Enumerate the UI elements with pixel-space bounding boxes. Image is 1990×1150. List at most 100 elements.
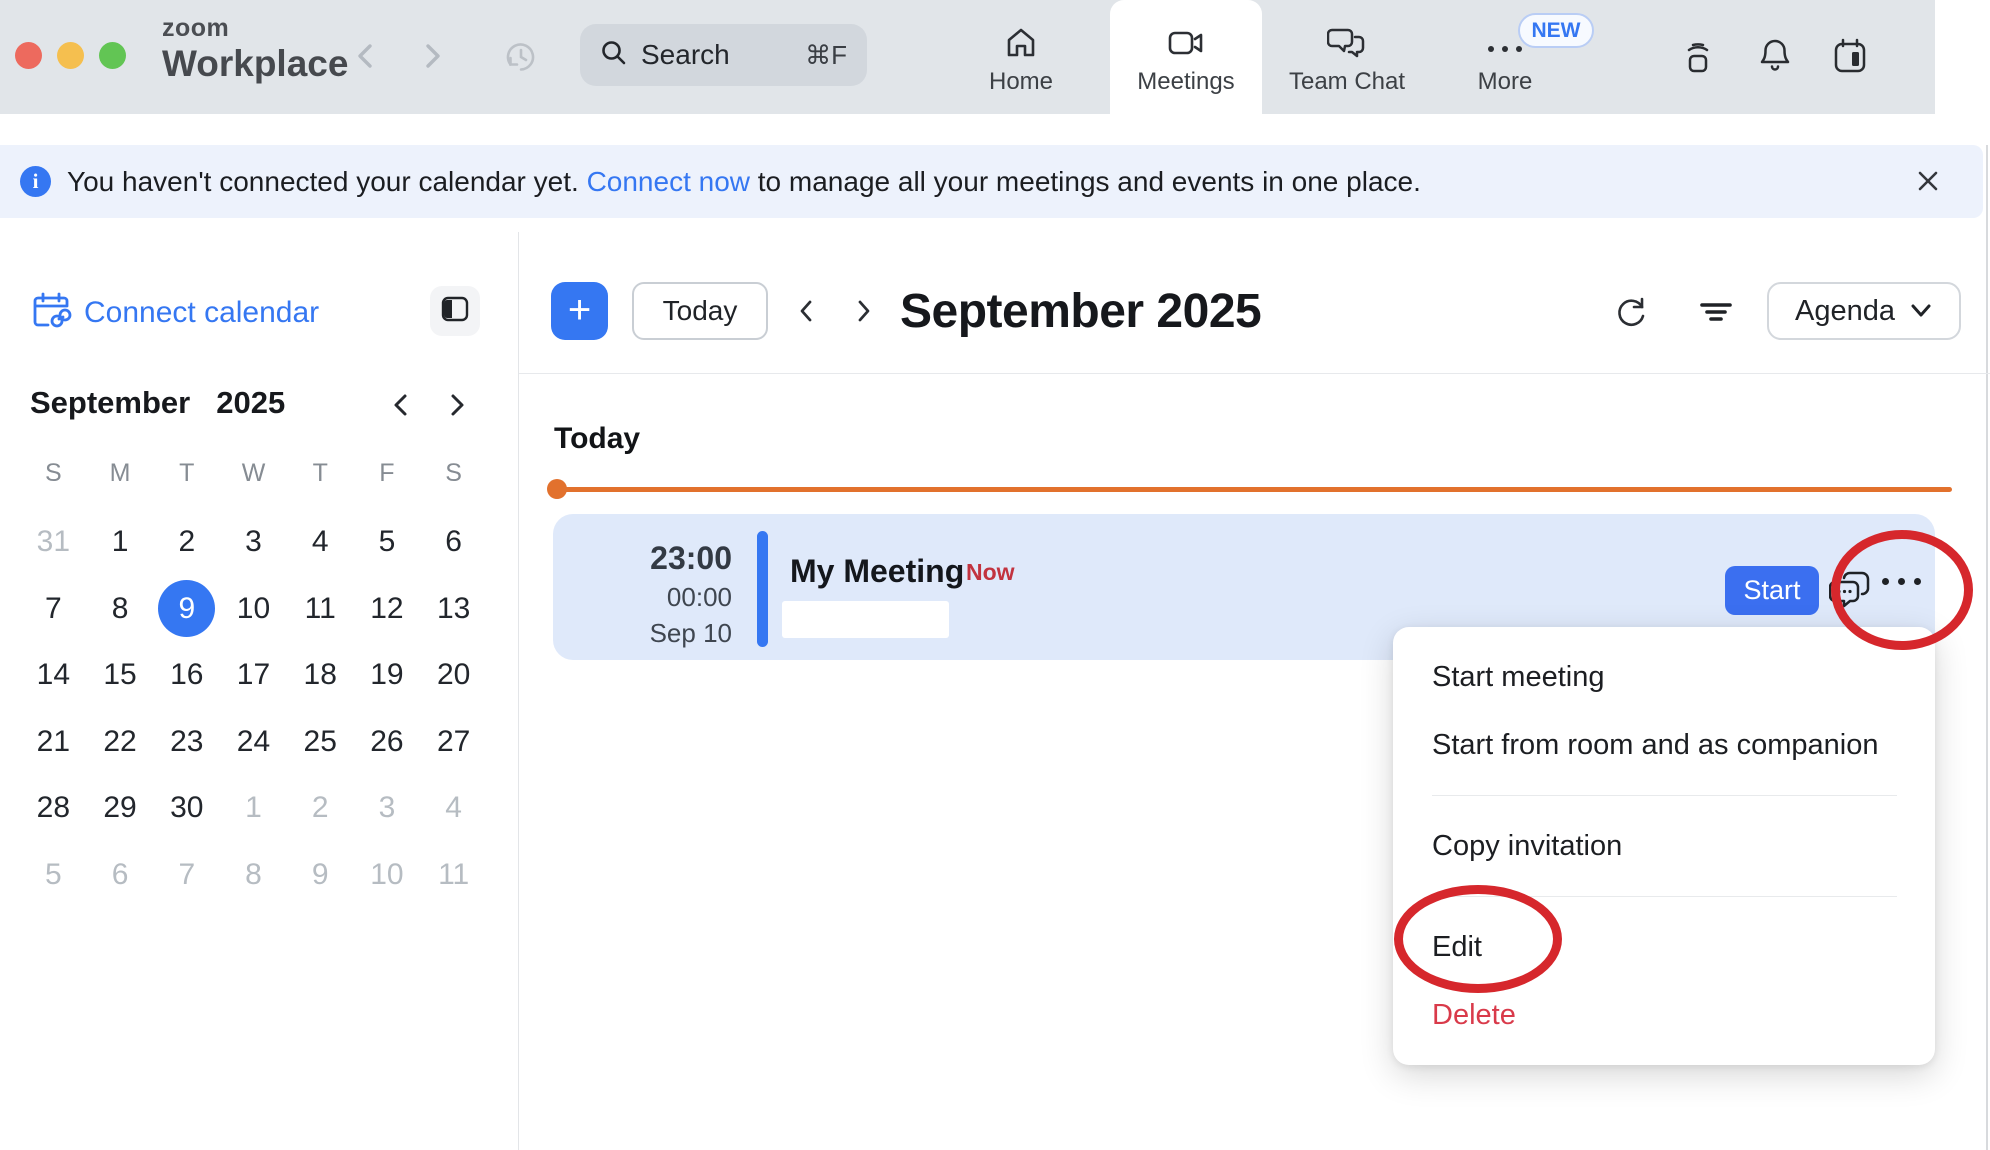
calendar-day[interactable]: 3: [354, 775, 421, 842]
calendar-day[interactable]: 25: [287, 709, 354, 776]
connect-now-link[interactable]: Connect now: [587, 166, 750, 197]
calendar-day[interactable]: 30: [153, 775, 220, 842]
calendar-day[interactable]: 4: [287, 509, 354, 576]
calendar-day[interactable]: 12: [354, 576, 421, 643]
calendar-day[interactable]: 31: [20, 509, 87, 576]
ai-companion-icon[interactable]: [1829, 568, 1873, 615]
banner-text-before: You haven't connected your calendar yet.: [67, 166, 579, 197]
calendar-day[interactable]: 5: [354, 509, 421, 576]
banner-text-after: to manage all your meetings and events i…: [758, 166, 1421, 197]
connect-device-icon[interactable]: [1678, 36, 1718, 81]
add-meeting-button[interactable]: +: [551, 282, 608, 340]
calendar-day[interactable]: 6: [87, 842, 154, 909]
logo-zoom-text: zoom: [162, 16, 348, 41]
tab-home[interactable]: Home: [946, 0, 1096, 114]
calendar-day[interactable]: 7: [153, 842, 220, 909]
calendar-day[interactable]: 11: [420, 842, 487, 909]
calendar-day[interactable]: 5: [20, 842, 87, 909]
tab-more-label: More: [1478, 68, 1533, 96]
chevron-down-icon: [1909, 295, 1933, 328]
calendar-day[interactable]: 10: [354, 842, 421, 909]
calendar-icon[interactable]: [1830, 36, 1870, 81]
calendar-day[interactable]: 2: [287, 775, 354, 842]
back-icon[interactable]: [350, 38, 382, 79]
mini-calendar-year: 2025: [216, 385, 285, 421]
calendar-day[interactable]: 20: [420, 642, 487, 709]
search-input[interactable]: Search ⌘F: [580, 24, 867, 86]
calendar-day[interactable]: 18: [287, 642, 354, 709]
start-meeting-button[interactable]: Start: [1725, 566, 1819, 615]
calendar-day[interactable]: 29: [87, 775, 154, 842]
calendar-day[interactable]: 16: [153, 642, 220, 709]
meeting-end-time: 00:00: [560, 582, 732, 613]
meeting-more-options-icon[interactable]: [1882, 578, 1921, 585]
calendar-day[interactable]: 17: [220, 642, 287, 709]
prev-period-icon[interactable]: [794, 296, 820, 331]
maximize-window-button[interactable]: [99, 42, 126, 69]
calendar-day-selected[interactable]: 9: [153, 576, 220, 643]
mini-calendar-next-icon[interactable]: [442, 389, 472, 426]
calendar-day[interactable]: 15: [87, 642, 154, 709]
collapse-panel-button[interactable]: [430, 286, 480, 336]
meeting-start-time: 23:00: [560, 540, 732, 577]
menu-item-delete[interactable]: Delete: [1393, 981, 1935, 1049]
calendar-day[interactable]: 2: [153, 509, 220, 576]
close-window-button[interactable]: [15, 42, 42, 69]
calendar-day[interactable]: 19: [354, 642, 421, 709]
tab-meetings[interactable]: Meetings: [1110, 0, 1262, 114]
tab-team-chat-label: Team Chat: [1289, 68, 1405, 96]
panel-layout-icon: [439, 293, 471, 330]
day-header: F: [354, 445, 421, 501]
mini-calendar-header: September 2025: [30, 385, 285, 421]
history-icon[interactable]: [502, 38, 540, 81]
banner-close-icon[interactable]: [1913, 166, 1943, 199]
calendar-day[interactable]: 8: [220, 842, 287, 909]
calendar-day[interactable]: 9: [287, 842, 354, 909]
calendar-day[interactable]: 6: [420, 509, 487, 576]
calendar-day[interactable]: 10: [220, 576, 287, 643]
calendar-day[interactable]: 8: [87, 576, 154, 643]
calendar-day[interactable]: 13: [420, 576, 487, 643]
tab-team-chat[interactable]: Team Chat: [1272, 0, 1422, 114]
filter-icon[interactable]: [1698, 294, 1734, 333]
calendar-day[interactable]: 23: [153, 709, 220, 776]
calendar-day[interactable]: 24: [220, 709, 287, 776]
calendar-day[interactable]: 11: [287, 576, 354, 643]
mini-calendar-grid: 3112345678910111213141516171819202122232…: [20, 509, 487, 908]
menu-item-edit[interactable]: Edit: [1393, 913, 1935, 981]
forward-icon[interactable]: [416, 38, 448, 79]
search-shortcut: ⌘F: [805, 40, 847, 71]
connect-calendar-link[interactable]: Connect calendar: [30, 288, 319, 337]
meetings-icon: [1166, 24, 1206, 62]
calendar-day[interactable]: 7: [20, 576, 87, 643]
calendar-day[interactable]: 22: [87, 709, 154, 776]
calendar-day[interactable]: 3: [220, 509, 287, 576]
calendar-day[interactable]: 21: [20, 709, 87, 776]
home-icon: [1003, 24, 1039, 62]
calendar-day[interactable]: 28: [20, 775, 87, 842]
calendar-day[interactable]: 1: [87, 509, 154, 576]
view-selector-dropdown[interactable]: Agenda: [1767, 282, 1961, 340]
calendar-day[interactable]: 1: [220, 775, 287, 842]
search-icon: [600, 39, 627, 71]
calendar-day[interactable]: 14: [20, 642, 87, 709]
calendar-day[interactable]: 27: [420, 709, 487, 776]
day-header: M: [87, 445, 154, 501]
mini-calendar-prev-icon[interactable]: [386, 389, 416, 426]
menu-item-start-meeting[interactable]: Start meeting: [1393, 643, 1935, 711]
menu-item-start-from-room-and-as-companion[interactable]: Start from room and as companion: [1393, 711, 1935, 779]
minimize-window-button[interactable]: [57, 42, 84, 69]
zoom-workplace-logo: zoom Workplace: [162, 16, 348, 82]
next-period-icon[interactable]: [850, 296, 876, 331]
calendar-day[interactable]: 4: [420, 775, 487, 842]
more-icon: [1488, 24, 1522, 62]
day-header: T: [153, 445, 220, 501]
menu-item-copy-invitation[interactable]: Copy invitation: [1393, 812, 1935, 880]
calendar-day[interactable]: 26: [354, 709, 421, 776]
day-header: W: [220, 445, 287, 501]
notifications-bell-icon[interactable]: [1756, 36, 1794, 81]
today-button[interactable]: Today: [632, 282, 768, 340]
menu-divider: [1432, 795, 1897, 796]
search-placeholder: Search: [641, 39, 730, 71]
refresh-icon[interactable]: [1613, 294, 1649, 333]
